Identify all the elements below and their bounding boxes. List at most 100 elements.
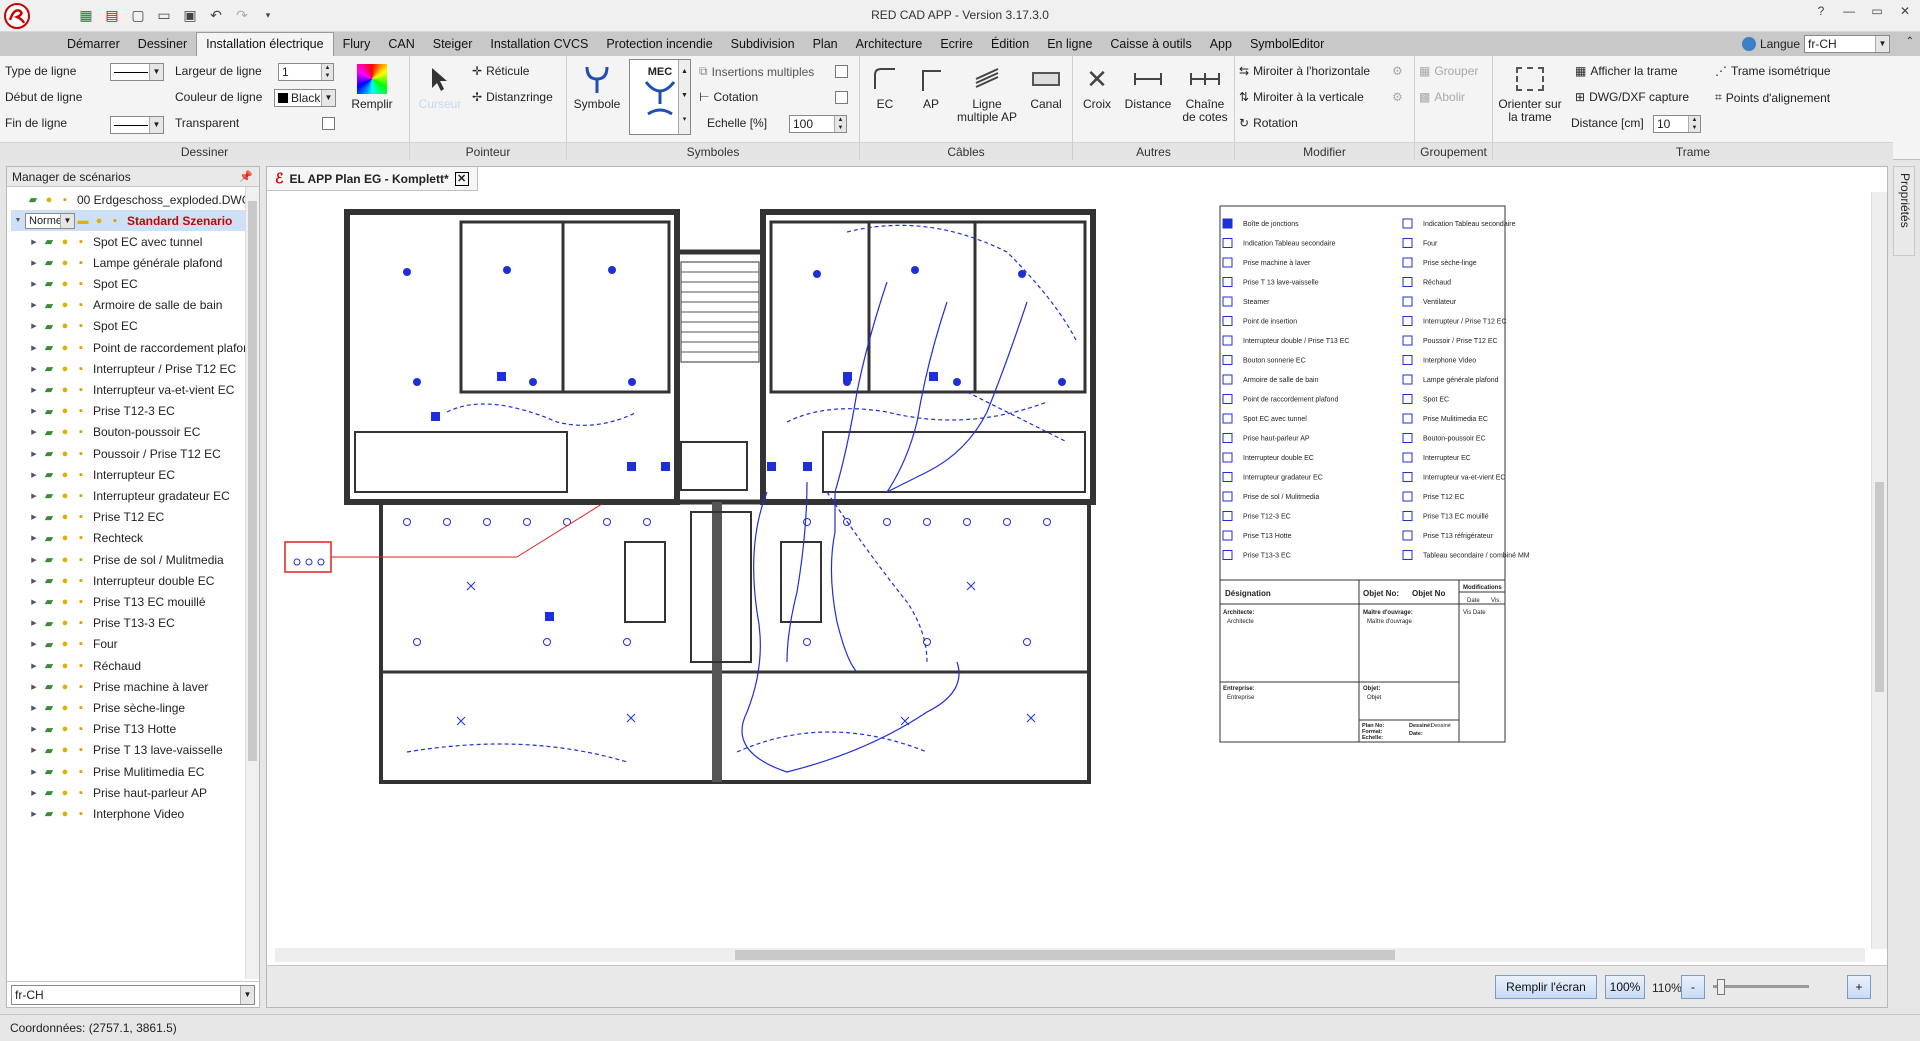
help-icon[interactable]: ? [1810,4,1832,18]
ap-button[interactable]: AP [910,60,952,111]
zoom-slider[interactable] [1713,978,1809,996]
expand-arrow-icon[interactable]: ▶ [27,238,41,246]
expand-arrow-icon[interactable]: ▶ [27,534,41,542]
tab-subdivision[interactable]: Subdivision [722,32,804,56]
orienter-trame-button[interactable]: Orienter sur la trame [1497,60,1563,124]
expand-arrow-icon[interactable]: ▶ [27,704,41,712]
tree-item[interactable]: ▶ ▰ ● ▪ Interphone Video [27,803,184,824]
tree-item[interactable]: ▶ ▰ ● ▪ Prise T12-3 EC [27,401,175,422]
properties-side-tab[interactable]: Propriétés [1893,166,1915,256]
tree-item[interactable]: ▶ ▰ ● ▪ Prise T13-3 EC [27,613,175,634]
tree-scrollbar[interactable] [245,187,259,979]
ligne-multiple-button[interactable]: Ligne multiple AP [956,60,1018,124]
miroir-horizontal-button[interactable]: ⇆ Miroiter à l'horizontale [1239,64,1370,78]
tree-item[interactable]: ▶ ▰ ● ▪ Lampe générale plafond [27,252,222,273]
symbole-button[interactable]: Symbole [571,60,623,111]
pin-icon[interactable]: 📌 [239,167,253,187]
tree-item[interactable]: ▶ ▰ ● ▪ Four [27,634,117,655]
afficher-trame-button[interactable]: ▦ Afficher la trame [1575,64,1678,78]
expand-arrow-icon[interactable]: ▶ [27,322,41,330]
miroir-vertical-button[interactable]: ⇅ Miroiter à la verticale [1239,90,1364,104]
tab-architecture[interactable]: Architecture [847,32,932,56]
tab-symboleditor[interactable]: SymbolEditor [1241,32,1333,56]
grouper-button[interactable]: ▦ Grouper [1419,64,1478,78]
tree-item[interactable]: ▶ ▰ ● ▪ Prise Mulitimedia EC [27,761,204,782]
tree-item[interactable]: ▶ ▰ ● ▪ Réchaud [27,655,141,676]
fin-ligne-select[interactable]: ▼ [110,116,164,134]
expand-arrow-icon[interactable]: ▶ [27,556,41,564]
expand-arrow-icon[interactable]: ▶ [27,746,41,754]
canal-button[interactable]: Canal [1024,60,1068,111]
tree-file-row[interactable]: ▰ ● ▪ 00 Erdgeschoss_exploded.DWG [11,189,251,210]
tree-item[interactable]: ▶ ▰ ● ▪ Spot EC [27,273,137,294]
couleur-ligne-select[interactable]: Black ▼ [274,89,336,107]
reticule-button[interactable]: ✛ Réticule [472,64,529,78]
tree-item[interactable]: ▶ ▰ ● ▪ Prise T13 Hotte [27,719,176,740]
footer-language-select[interactable]: fr-CH ▼ [11,985,255,1005]
tab-dessiner[interactable]: Dessiner [129,32,196,56]
tab-ecrire[interactable]: Ecrire [931,32,982,56]
tree-item[interactable]: ▶ ▰ ● ▪ Prise machine à laver [27,676,208,697]
expand-arrow-icon[interactable]: ▶ [27,301,41,309]
zoom-in-button[interactable]: + [1847,975,1871,999]
tab-en-ligne[interactable]: En ligne [1038,32,1101,56]
expand-arrow-icon[interactable]: ▶ [27,619,41,627]
horizontal-scrollbar[interactable] [275,948,1865,962]
tree-item[interactable]: ▶ ▰ ● ▪ Prise T12 EC [27,507,164,528]
tree-item[interactable]: ▶ ▰ ● ▪ Bouton-poussoir EC [27,422,200,443]
snap-icon-2[interactable]: ⚙ [1392,90,1403,104]
expand-arrow-icon[interactable]: ▶ [27,471,41,479]
tree-item[interactable]: ▶ ▰ ● ▪ Interrupteur gradateur EC [27,485,229,506]
expand-arrow-icon[interactable]: ▶ [27,810,41,818]
curseur-button[interactable]: Curseur [418,60,462,111]
dwg-capture-button[interactable]: ⊞ DWG/DXF capture [1575,90,1689,104]
tab-flury[interactable]: Flury [334,32,380,56]
expand-arrow-icon[interactable]: ▶ [27,768,41,776]
tree-item[interactable]: ▶ ▰ ● ▪ Prise de sol / Mulitmedia [27,549,223,570]
tree-item[interactable]: ▶ ▰ ● ▪ Prise T 13 lave-vaisselle [27,740,222,761]
tab-installation-cvcs[interactable]: Installation CVCS [481,32,597,56]
tree-item[interactable]: ▶ ▰ ● ▪ Interrupteur va-et-vient EC [27,379,234,400]
tab-edition[interactable]: Édition [982,32,1038,56]
remplir-ecran-button[interactable]: Remplir l'écran [1495,975,1597,999]
tab-installation-electrique[interactable]: Installation électrique [196,32,334,56]
ribbon-collapse-icon[interactable]: ⌃ [1906,36,1914,47]
largeur-ligne-spinner[interactable]: 1 ▲ ▼ [278,63,334,81]
insertions-multiples-checkbox[interactable] [835,65,848,78]
expand-arrow-icon[interactable]: ▶ [27,577,41,585]
collapse-arrow-icon[interactable]: ▼ [11,217,25,224]
expand-arrow-icon[interactable]: ▶ [27,513,41,521]
tree-item[interactable]: ▶ ▰ ● ▪ Spot EC avec tunnel [27,231,202,252]
expand-arrow-icon[interactable]: ▶ [27,683,41,691]
tree-item[interactable]: ▶ ▰ ● ▪ Interrupteur / Prise T12 EC [27,358,236,379]
tree-item[interactable]: ▶ ▰ ● ▪ Interrupteur double EC [27,570,214,591]
tree-item[interactable]: ▶ ▰ ● ▪ Prise sèche-linge [27,697,185,718]
chaine-cotes-button[interactable]: Chaîne de cotes [1179,60,1231,124]
expand-arrow-icon[interactable]: ▶ [27,428,41,436]
close-icon[interactable]: ✕ [1894,4,1916,18]
floor-plan-drawing[interactable]: Boîte de jonctions Indication Tableau sec… [267,192,1872,937]
points-alignement-button[interactable]: ⌗ Points d'alignement [1715,90,1830,105]
minimize-icon[interactable]: — [1838,4,1860,18]
transparent-checkbox[interactable] [322,117,335,130]
croix-button[interactable]: ✕ Croix [1077,60,1117,111]
tab-steiger[interactable]: Steiger [424,32,482,56]
tab-caisse-a-outils[interactable]: Caisse à outils [1101,32,1200,56]
expand-arrow-icon[interactable]: ▶ [27,280,41,288]
type-ligne-select[interactable]: ▼ [110,63,164,81]
norme-select[interactable]: Norme ▼ [25,212,75,229]
tab-protection-incendie[interactable]: Protection incendie [597,32,721,56]
expand-arrow-icon[interactable]: ▶ [27,598,41,606]
trame-isometrique-button[interactable]: ⋰ Trame isométrique [1715,64,1831,78]
snap-icon-1[interactable]: ⚙ [1392,64,1403,78]
expand-arrow-icon[interactable]: ▶ [27,407,41,415]
tree-item[interactable]: ▶ ▰ ● ▪ Prise T13 EC mouillé [27,591,205,612]
tab-demarrer[interactable]: Démarrer [58,32,129,56]
expand-arrow-icon[interactable]: ▶ [27,344,41,352]
zoom-100-button[interactable]: 100% [1605,975,1645,999]
distance-button[interactable]: Distance [1121,60,1175,111]
tree-item[interactable]: ▶ ▰ ● ▪ Point de raccordement plafond [27,337,256,358]
zoom-slider-thumb[interactable] [1717,979,1725,995]
drawing-canvas[interactable]: Boîte de jonctions Indication Tableau sec… [267,192,1872,937]
tree-item[interactable]: ▶ ▰ ● ▪ Spot EC [27,316,137,337]
